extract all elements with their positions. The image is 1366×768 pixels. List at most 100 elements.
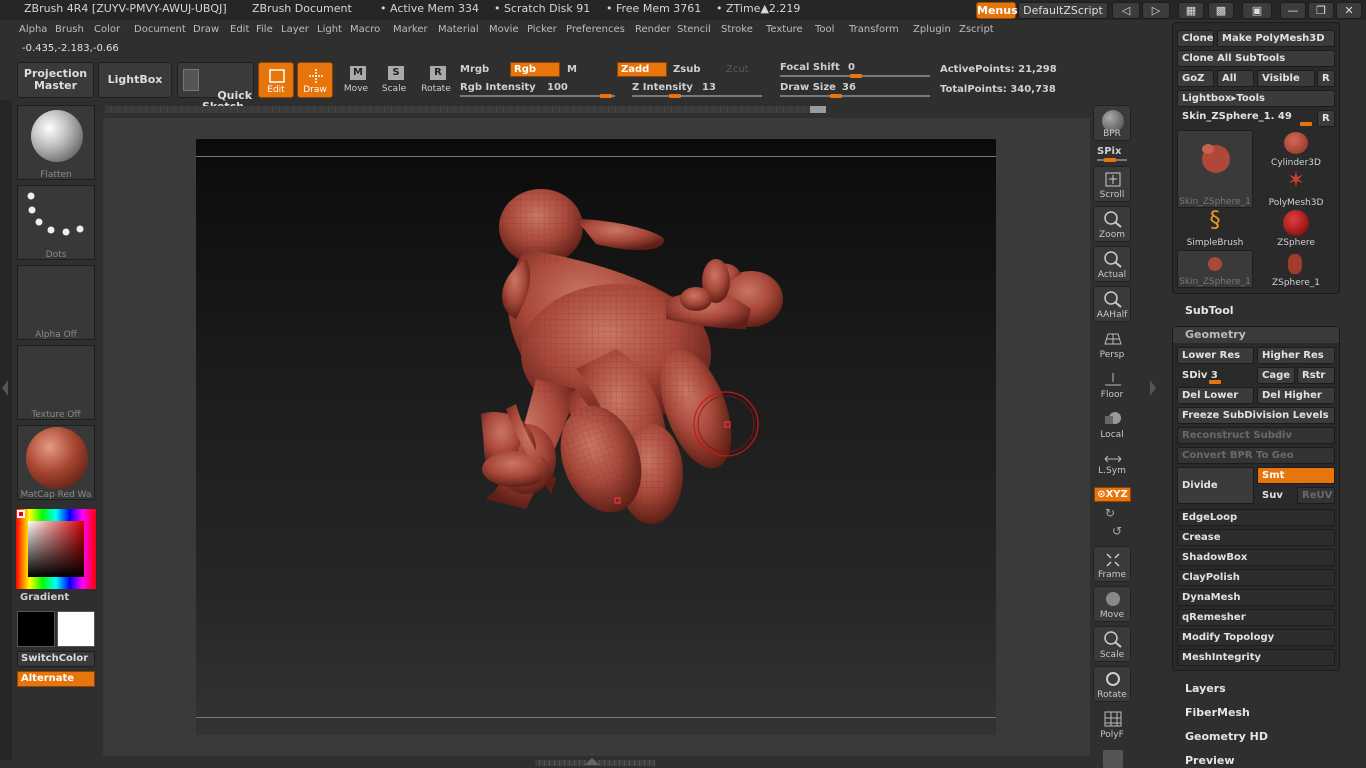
divide-button[interactable]: Divide: [1177, 467, 1254, 504]
alternate-button[interactable]: Alternate: [17, 671, 95, 687]
secondary-color-swatch[interactable]: [17, 611, 55, 647]
persp-button[interactable]: Persp: [1093, 326, 1131, 362]
tool-zsphere[interactable]: ZSphere: [1258, 210, 1334, 248]
tool-r-button[interactable]: R: [1317, 110, 1335, 127]
actual-button[interactable]: Actual: [1093, 246, 1131, 282]
lightbox-tools-button[interactable]: Lightbox▸Tools: [1177, 90, 1335, 107]
menu-marker[interactable]: Marker: [393, 24, 428, 35]
viewport-canvas[interactable]: [196, 139, 996, 735]
sdiv-knob[interactable]: [1209, 380, 1221, 384]
zoom-button[interactable]: Zoom: [1093, 206, 1131, 242]
smt-toggle[interactable]: Smt: [1257, 467, 1335, 484]
del-higher-button[interactable]: Del Higher: [1257, 387, 1335, 404]
hide-left-icon[interactable]: ◁: [1112, 2, 1140, 19]
menu-stencil[interactable]: Stencil: [677, 24, 711, 35]
frame-button[interactable]: Frame: [1093, 546, 1131, 582]
rotate-mode-button[interactable]: R Rotate: [418, 62, 454, 98]
maximize-icon[interactable]: ❐: [1308, 2, 1334, 19]
menu-zscript[interactable]: Zscript: [959, 24, 994, 35]
m-button[interactable]: M: [567, 64, 577, 75]
visible-button[interactable]: Visible: [1257, 70, 1315, 87]
menu-color[interactable]: Color: [94, 24, 120, 35]
menu-render[interactable]: Render: [635, 24, 671, 35]
menu-alpha[interactable]: Alpha: [19, 24, 47, 35]
floor-button[interactable]: Floor: [1093, 366, 1131, 402]
tool-zsphere-1[interactable]: ZSphere_1: [1258, 250, 1334, 288]
menu-transform[interactable]: Transform: [849, 24, 899, 35]
rgb-button[interactable]: Rgb: [510, 62, 560, 77]
z-intensity-slider[interactable]: [632, 95, 762, 97]
minimize-icon[interactable]: —: [1280, 2, 1306, 19]
convert-bpr-button[interactable]: Convert BPR To Geo: [1177, 447, 1335, 464]
menu-zplugin[interactable]: Zplugin: [913, 24, 951, 35]
bottom-tray-arrow-icon[interactable]: [585, 758, 599, 765]
menus-button[interactable]: Menus: [976, 2, 1018, 19]
menu-file[interactable]: File: [256, 24, 273, 35]
menu-movie[interactable]: Movie: [489, 24, 519, 35]
tool-skin-zsphere-small[interactable]: Skin_ZSphere_1: [1177, 250, 1253, 288]
geometry-hd-section[interactable]: Geometry HD: [1185, 730, 1268, 743]
meshintegrity-subpalette[interactable]: MeshIntegrity: [1177, 649, 1335, 666]
clone-all-subtools-button[interactable]: Clone All SubTools: [1177, 50, 1335, 67]
current-tool-slider[interactable]: Skin_ZSphere_1. 49: [1177, 108, 1315, 125]
color-picker[interactable]: [16, 509, 96, 589]
draw-size-knob[interactable]: [830, 94, 842, 98]
menu-draw[interactable]: Draw: [193, 24, 219, 35]
layers-section[interactable]: Layers: [1185, 682, 1226, 695]
mrgb-button[interactable]: Mrgb: [460, 64, 489, 75]
cage-button[interactable]: Cage: [1257, 367, 1295, 384]
rotate-view-button[interactable]: Rotate: [1093, 666, 1131, 702]
aahalf-button[interactable]: AAHalf: [1093, 286, 1131, 322]
reuv-button[interactable]: ReUV: [1297, 487, 1335, 504]
rgb-intensity-knob[interactable]: [600, 94, 612, 98]
hide-right-icon[interactable]: ▷: [1142, 2, 1170, 19]
fibermesh-section[interactable]: FiberMesh: [1185, 706, 1250, 719]
scroll-button[interactable]: Scroll: [1093, 166, 1131, 202]
menu-edit[interactable]: Edit: [230, 24, 249, 35]
rstr-button[interactable]: Rstr: [1297, 367, 1335, 384]
menu-tool[interactable]: Tool: [815, 24, 834, 35]
rgb-intensity-slider[interactable]: [460, 95, 615, 97]
xyz-rotation-button[interactable]: ⊙XYZ: [1094, 487, 1131, 502]
scale-mode-button[interactable]: S Scale: [376, 62, 412, 98]
quick-sketch-button[interactable]: Quick Sketch: [177, 62, 254, 112]
clone-button[interactable]: Clone: [1177, 30, 1214, 47]
z-intensity-knob[interactable]: [669, 94, 681, 98]
r-button[interactable]: R: [1317, 70, 1335, 87]
reconstruct-subdiv-button[interactable]: Reconstruct Subdiv: [1177, 427, 1335, 444]
menu-material[interactable]: Material: [438, 24, 479, 35]
current-tool-knob[interactable]: [1300, 122, 1312, 126]
bpr-button[interactable]: BPR: [1093, 105, 1131, 141]
menu-macro[interactable]: Macro: [350, 24, 380, 35]
geometry-header[interactable]: Geometry: [1173, 327, 1339, 343]
subtool-section[interactable]: SubTool: [1185, 304, 1234, 317]
modify-topology-subpalette[interactable]: Modify Topology: [1177, 629, 1335, 646]
menu-preferences[interactable]: Preferences: [566, 24, 625, 35]
dynamesh-subpalette[interactable]: DynaMesh: [1177, 589, 1335, 606]
freeze-subdivision-button[interactable]: Freeze SubDivision Levels: [1177, 407, 1335, 424]
suv-toggle[interactable]: Suv: [1257, 487, 1295, 504]
layout-2-icon[interactable]: ▩: [1208, 2, 1234, 19]
menu-brush[interactable]: Brush: [55, 24, 84, 35]
all-button[interactable]: All: [1217, 70, 1254, 87]
menu-layer[interactable]: Layer: [281, 24, 309, 35]
polyf-button[interactable]: PolyF: [1093, 706, 1131, 742]
layout-1-icon[interactable]: ▦: [1178, 2, 1204, 19]
tool-polymesh3d[interactable]: ✶ PolyMesh3D: [1258, 170, 1334, 209]
lsym-button[interactable]: L.Sym: [1093, 450, 1131, 478]
tool-cylinder3d[interactable]: Cylinder3D: [1258, 130, 1334, 168]
close-icon[interactable]: ✕: [1336, 2, 1362, 19]
brush-selector[interactable]: Flatten: [17, 105, 95, 180]
qremesher-subpalette[interactable]: qRemesher: [1177, 609, 1335, 626]
edgeloop-subpalette[interactable]: EdgeLoop: [1177, 509, 1335, 526]
ruler-handle[interactable]: [810, 106, 826, 113]
main-color-swatch[interactable]: [57, 611, 95, 647]
rotate-z-icon[interactable]: ↺: [1110, 524, 1124, 538]
transp-icon[interactable]: [1103, 750, 1123, 768]
draw-mode-button[interactable]: Draw: [297, 62, 333, 98]
preview-section[interactable]: Preview: [1185, 754, 1235, 767]
focal-shift-knob[interactable]: [850, 74, 862, 78]
goz-button[interactable]: GoZ: [1177, 70, 1214, 87]
edit-mode-button[interactable]: Edit: [258, 62, 294, 98]
make-polymesh-button[interactable]: Make PolyMesh3D: [1217, 30, 1335, 47]
